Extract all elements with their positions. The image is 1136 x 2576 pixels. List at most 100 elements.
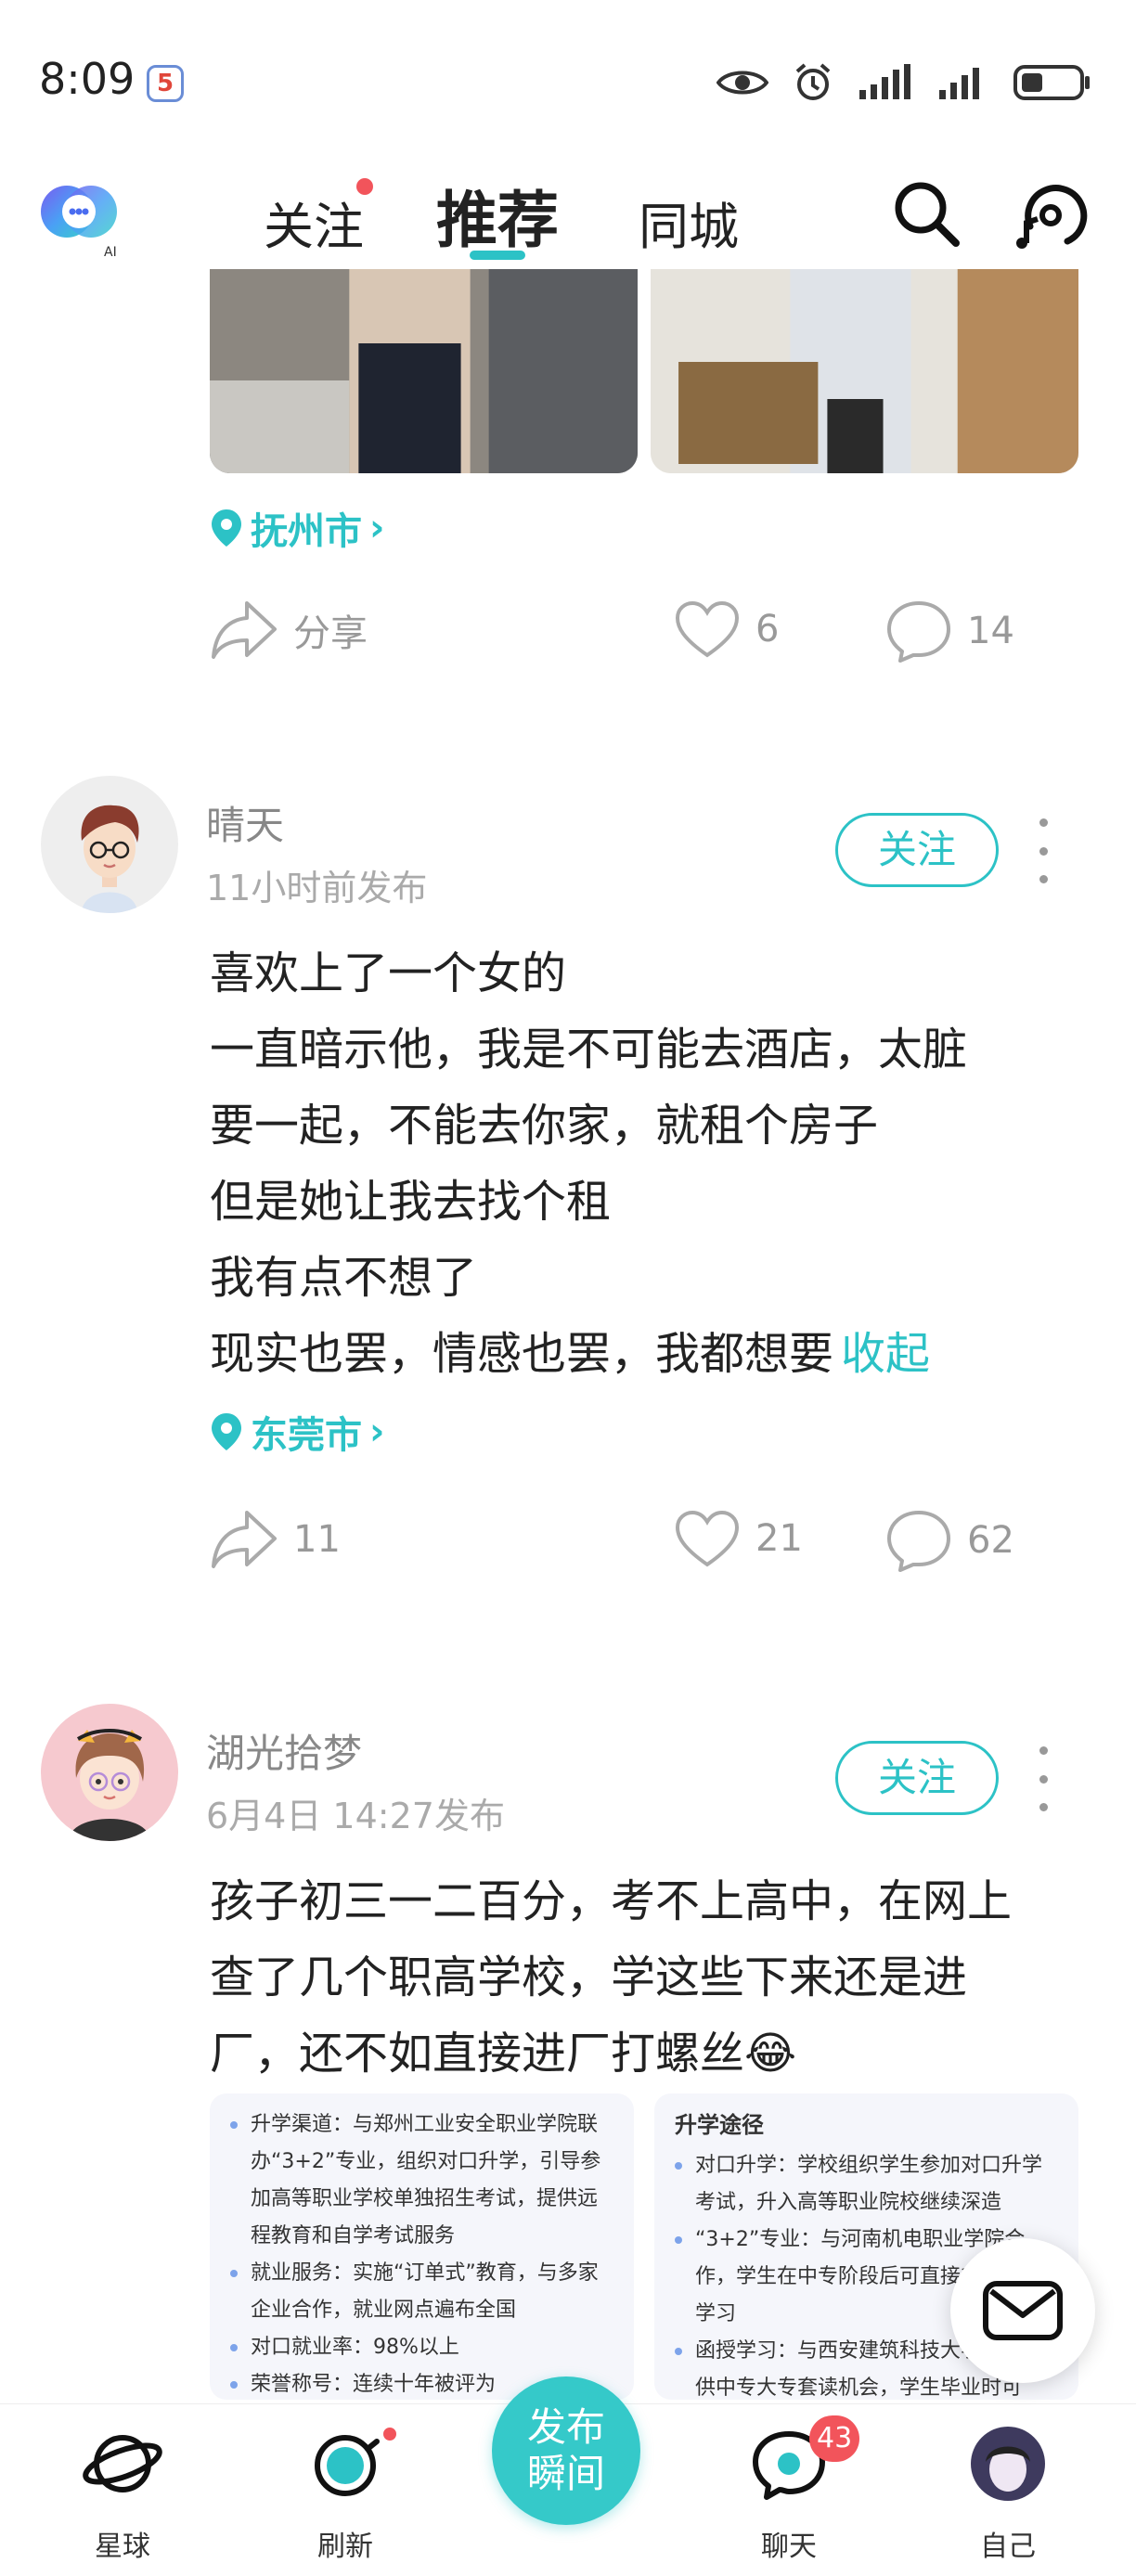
post-text-line: 一直暗示他，我是不可能去酒店，太脏 [210, 1024, 968, 1075]
nav-refresh[interactable]: 刷新 [262, 2404, 429, 2576]
follow-button[interactable]: 关注 [835, 1741, 999, 1815]
app-logo-icon[interactable]: AI [35, 171, 124, 260]
follow-red-dot [356, 178, 373, 195]
nav-planet[interactable]: 星球 [39, 2404, 206, 2576]
collapse-link[interactable]: 收起 [841, 1328, 930, 1380]
prev-post-images [210, 269, 1078, 473]
comment-bubble-icon [887, 601, 950, 663]
share-button[interactable]: 分享 [210, 599, 368, 661]
nav-label: 聊天 [761, 2531, 817, 2563]
location-label: 东莞市 [251, 1414, 362, 1457]
publish-label-line-2: 瞬间 [526, 2451, 605, 2496]
message-fab[interactable] [950, 2238, 1095, 2383]
location-label: 抚州市 [251, 510, 362, 553]
post-image-document[interactable]: 升学渠道：与郑州工业安全职业学院联办“3+2”专业，组织对口升学，引导参加高等职… [210, 2093, 634, 2400]
location-pin-icon [212, 1413, 241, 1450]
user-avatar[interactable] [41, 1704, 178, 1841]
active-tab-underline [470, 251, 525, 260]
location-tag[interactable]: 抚州市 › [210, 501, 384, 555]
doc-title: 升学途径 [675, 2112, 764, 2138]
username[interactable]: 湖光拾梦 [206, 1722, 362, 1779]
post-text-line: 我有点不想了 [210, 1252, 478, 1304]
post-actions: 分享 6 14 [210, 599, 1078, 674]
like-count: 21 [755, 1517, 803, 1560]
post-text-line: 孩子初三一二百分，考不上高中，在网上 [210, 1875, 1013, 1927]
comment-bubble-icon [887, 1511, 950, 1572]
heart-icon [675, 600, 740, 658]
top-nav: AI 关注 推荐 同城 [0, 158, 1136, 269]
feed[interactable]: 抚州市 › 分享 6 14 晴天 11小时前发布 关注 喜欢上了一个女的 一直暗… [0, 269, 1136, 2403]
share-label: 分享 [293, 612, 368, 655]
nav-label: 星球 [95, 2531, 150, 2563]
post-photo[interactable] [210, 269, 638, 473]
tab-same-city[interactable]: 同城 [639, 186, 739, 259]
refresh-icon [315, 2435, 380, 2496]
location-pin-icon [212, 509, 241, 547]
user-avatar[interactable] [41, 776, 178, 913]
post-text[interactable]: 喜欢上了一个女的 一直暗示他，我是不可能去酒店，太脏 要一起，不能去你家，就租个… [210, 935, 1082, 1392]
publish-button[interactable]: 发布 瞬间 [492, 2376, 640, 2525]
post-text-line: 厂，还不如直接进厂打螺丝😂 [210, 2028, 797, 2080]
comment-button[interactable]: 62 [885, 1509, 1014, 1572]
refresh-red-dot [381, 2425, 399, 2443]
share-count: 11 [293, 1518, 341, 1561]
status-bar: 8:09 5 [0, 0, 1136, 158]
chat-unread-badge: 43 [809, 2415, 860, 2462]
status-time: 8:09 [39, 54, 136, 104]
alarm-icon [795, 63, 831, 100]
mail-icon [983, 2281, 1063, 2340]
bottom-nav: 星球 刷新 发布 瞬间 43 聊天 自己 [0, 2376, 1136, 2576]
username[interactable]: 晴天 [206, 794, 284, 851]
share-icon [212, 601, 277, 659]
post-text-line: 查了几个职高学校，学这些下来还是进 [210, 1951, 968, 2003]
nav-label: 自己 [980, 2531, 1036, 2563]
post-text[interactable]: 孩子初三一二百分，考不上高中，在网上 查了几个职高学校，学这些下来还是进 厂，还… [210, 1863, 1082, 2092]
nav-chat[interactable]: 43 聊天 [705, 2404, 872, 2576]
doc-item: 对口就业率：98%以上 [230, 2329, 613, 2366]
post-time: 11小时前发布 [206, 868, 428, 908]
comment-count: 14 [967, 610, 1014, 652]
post-text-line: 但是她让我去找个租 [210, 1176, 612, 1228]
share-button[interactable]: 11 [210, 1509, 341, 1570]
comment-button[interactable]: 14 [885, 599, 1014, 663]
user-avatar-icon [971, 2427, 1045, 2501]
post-photo[interactable] [651, 269, 1078, 473]
tab-recommend[interactable]: 推荐 [436, 171, 559, 260]
music-radar-icon[interactable] [1010, 174, 1088, 252]
share-icon [212, 1511, 277, 1568]
heart-icon [675, 1510, 740, 1567]
notification-badge-icon: 5 [147, 65, 184, 102]
post-card[interactable]: 晴天 11小时前发布 关注 喜欢上了一个女的 一直暗示他，我是不可能去酒店，太脏… [0, 776, 1136, 1704]
status-icons [716, 59, 1091, 106]
chevron-right-icon: › [369, 507, 385, 549]
post-time: 6月4日 14:27发布 [206, 1796, 505, 1836]
signal-2-icon [939, 68, 979, 99]
battery-icon [1013, 65, 1090, 100]
like-count: 6 [755, 608, 780, 650]
post-image-row: 升学渠道：与郑州工业安全职业学院联办“3+2”专业，组织对口升学，引导参加高等职… [210, 2093, 1078, 2400]
publish-label-line-1: 发布 [526, 2404, 605, 2450]
tab-follow[interactable]: 关注 [264, 186, 364, 259]
planet-icon [83, 2435, 162, 2492]
location-tag[interactable]: 东莞市 › [210, 1405, 384, 1459]
post-actions: 11 21 62 [210, 1509, 1078, 1583]
more-options-icon[interactable] [1032, 1746, 1054, 1811]
chevron-right-icon: › [369, 1410, 385, 1453]
nav-me[interactable]: 自己 [924, 2404, 1091, 2576]
post-text-line: 现实也罢，情感也罢，我都想要 [210, 1328, 834, 1380]
signal-1-icon [859, 64, 910, 99]
post-text-line: 要一起，不能去你家，就租个房子 [210, 1100, 879, 1152]
doc-item: 对口升学：学校组织学生参加对口升学考试，升入高等职业院校继续深造 [675, 2147, 1058, 2222]
like-button[interactable]: 6 [674, 599, 779, 659]
nav-label: 刷新 [317, 2531, 373, 2563]
search-icon[interactable] [887, 174, 965, 252]
follow-button[interactable]: 关注 [835, 813, 999, 887]
more-options-icon[interactable] [1032, 818, 1054, 883]
comment-count: 62 [967, 1519, 1014, 1562]
doc-item: 就业服务：实施“订单式”教育，与多家企业合作，就业网点遍布全国 [230, 2255, 613, 2329]
svg-text:AI: AI [104, 245, 117, 260]
eye-icon [716, 71, 768, 95]
post-text-line: 喜欢上了一个女的 [210, 947, 567, 999]
like-button[interactable]: 21 [674, 1509, 803, 1568]
doc-item: 升学渠道：与郑州工业安全职业学院联办“3+2”专业，组织对口升学，引导参加高等职… [230, 2106, 613, 2255]
